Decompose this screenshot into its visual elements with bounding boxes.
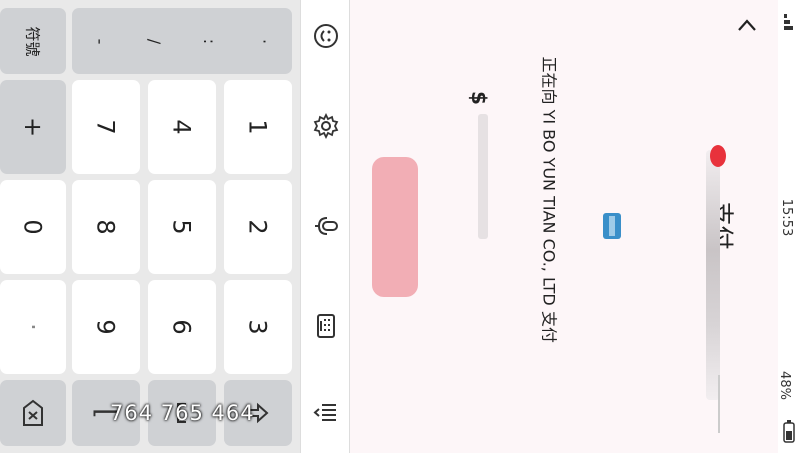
back-button[interactable] — [734, 12, 760, 38]
digit-4-label: 4 — [168, 119, 196, 135]
chevron-up-icon — [738, 19, 756, 31]
digit-3-label: 3 — [244, 319, 272, 335]
digit-key-5[interactable]: 5 — [148, 180, 216, 274]
digit-key-8[interactable]: 8 — [72, 180, 140, 274]
punctuation-bar[interactable]: - / : · — [72, 8, 292, 74]
keyboard-icon — [317, 314, 335, 338]
confirm-pay-button[interactable] — [372, 157, 418, 297]
merchant-card-icon — [603, 213, 621, 239]
digit-key-9[interactable]: 9 — [72, 280, 140, 374]
status-time: 15:53 — [779, 198, 795, 237]
symbols-key-label: 符號 — [23, 25, 42, 57]
digit-1-label: 1 — [244, 119, 272, 135]
digit-key-2[interactable]: 2 — [224, 180, 292, 274]
backspace-icon — [23, 399, 43, 426]
digit-key-1[interactable]: 1 — [224, 80, 292, 174]
redacted-merchant-bar — [706, 150, 720, 400]
emoji-button[interactable] — [308, 18, 344, 54]
amount-input[interactable]: $ — [466, 84, 498, 244]
payee-line: 正在向 YI BO YUN TIAN CO., LTD 支付 — [538, 55, 562, 400]
keyboard-toolbar — [300, 0, 350, 453]
digit-5-label: 5 — [168, 219, 196, 235]
punct-colon[interactable]: : — [200, 38, 219, 43]
gear-icon — [313, 112, 339, 140]
signal-icon — [784, 14, 793, 30]
settings-button[interactable] — [308, 108, 344, 144]
divider-line — [718, 375, 720, 433]
digit-9-label: 9 — [92, 319, 120, 335]
keyboard-switch-button[interactable] — [308, 308, 344, 344]
plus-key-label: + — [18, 116, 47, 138]
overlay-number-text: 764 765 464 — [110, 401, 255, 425]
backspace-key[interactable] — [0, 380, 66, 446]
punct-slash[interactable]: / — [145, 38, 164, 43]
smiley-icon — [314, 24, 338, 48]
plus-key[interactable]: + — [0, 80, 66, 174]
digit-key-3[interactable]: 3 — [224, 280, 292, 374]
digit-8-label: 8 — [92, 219, 120, 235]
status-battery: 48% — [776, 371, 792, 400]
punct-dash[interactable]: - — [90, 38, 109, 44]
status-bar: 15:53 48% — [776, 0, 800, 453]
list-collapse-icon — [313, 404, 336, 421]
red-marker — [710, 145, 726, 167]
digit-6-label: 6 — [168, 319, 196, 335]
voice-input-button[interactable] — [308, 208, 344, 244]
battery-icon — [783, 420, 795, 443]
amount-placeholder — [478, 114, 488, 239]
card-stripe — [609, 216, 615, 236]
digit-7-label: 7 — [92, 119, 120, 135]
dot-key-label: · — [18, 323, 47, 331]
dot-key[interactable]: · — [0, 280, 66, 374]
digit-key-0[interactable]: 0 — [0, 180, 66, 274]
microphone-icon — [315, 217, 338, 235]
digit-2-label: 2 — [244, 219, 272, 235]
overlay-number: 764 765 464 — [110, 396, 290, 430]
digit-0-label: 0 — [19, 219, 47, 235]
digit-key-6[interactable]: 6 — [148, 280, 216, 374]
currency-symbol: $ — [466, 91, 491, 105]
collapse-keyboard-button[interactable] — [308, 396, 344, 432]
punct-dot[interactable]: · — [255, 38, 274, 43]
numeric-keyboard: 符號 - / : · + 0 · 7 8 9 4 5 6 1 2 3 [ — [0, 0, 300, 453]
payee-text: 正在向 YI BO YUN TIAN CO., LTD 支付 — [539, 56, 559, 343]
symbols-key[interactable]: 符號 — [0, 8, 66, 74]
digit-key-4[interactable]: 4 — [148, 80, 216, 174]
digit-key-7[interactable]: 7 — [72, 80, 140, 174]
